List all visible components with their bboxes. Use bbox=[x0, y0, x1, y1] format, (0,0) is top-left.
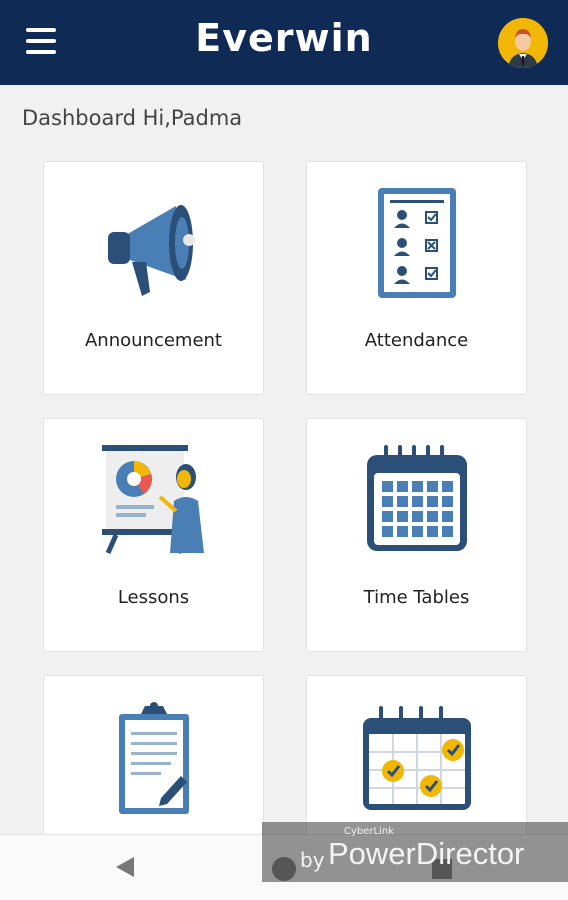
attendance-label: Attendance bbox=[364, 330, 469, 351]
presentation-board-icon bbox=[44, 441, 263, 559]
attendance-checklist-icon bbox=[307, 184, 526, 302]
powerdirector-watermark: CyberLink by PowerDirector bbox=[262, 822, 568, 882]
time-tables-card[interactable]: Time Tables bbox=[306, 418, 527, 652]
watermark-brand-text: PowerDirector bbox=[328, 836, 525, 871]
calendar-check-icon bbox=[307, 698, 526, 816]
app-title: Everwin bbox=[195, 16, 373, 60]
top-app-bar: Everwin bbox=[0, 0, 568, 85]
megaphone-icon bbox=[44, 184, 263, 302]
time-tables-label: Time Tables bbox=[363, 587, 470, 608]
dashboard-greeting: Dashboard Hi,Padma bbox=[22, 106, 243, 130]
lessons-label: Lessons bbox=[117, 587, 190, 608]
announcement-card[interactable]: Announcement bbox=[43, 161, 264, 395]
back-triangle-icon[interactable] bbox=[114, 855, 136, 883]
calendar-icon bbox=[307, 441, 526, 559]
announcement-label: Announcement bbox=[84, 330, 222, 351]
watermark-by-text: by bbox=[300, 848, 325, 872]
lessons-card[interactable]: Lessons bbox=[43, 418, 264, 652]
user-avatar[interactable] bbox=[498, 18, 548, 68]
clipboard-icon bbox=[44, 698, 263, 816]
attendance-card[interactable]: Attendance bbox=[306, 161, 527, 395]
